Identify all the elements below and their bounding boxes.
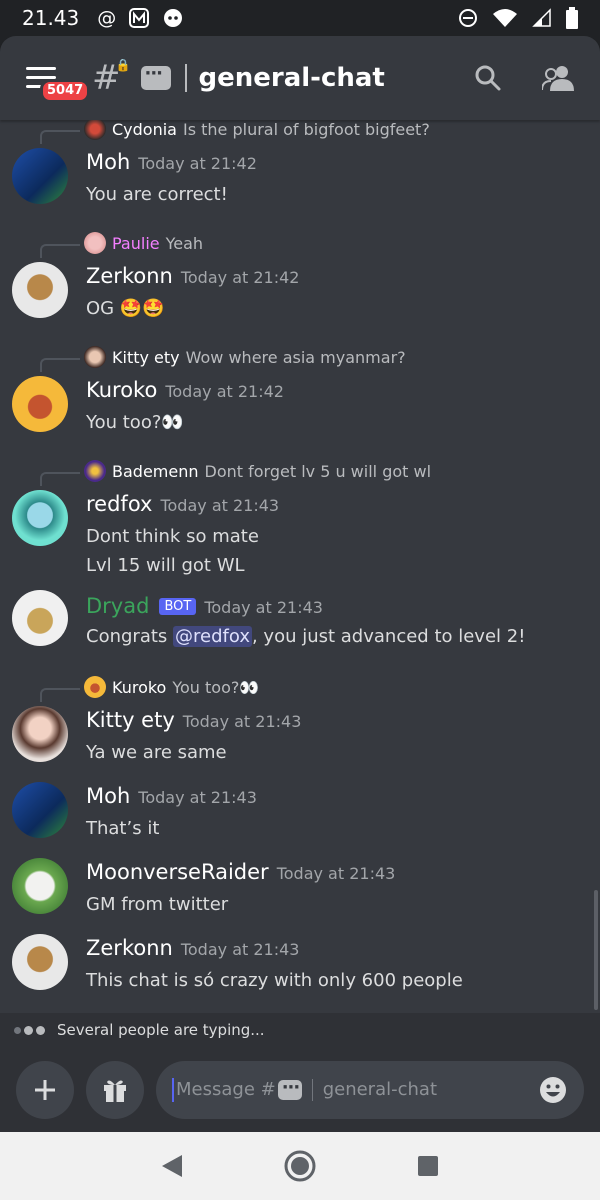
reply-reference[interactable]: Paulie Yeah [84,232,203,254]
message-text: GM from twitter [86,894,229,915]
reply-reference[interactable]: Kuroko You too?👀 [84,676,259,698]
avatar[interactable] [12,490,68,546]
status-time: 21.43 [22,6,80,30]
timestamp: Today at 21:43 [138,788,257,807]
do-not-disturb-icon [459,9,477,27]
discord-notification-icon [164,9,183,27]
author-name[interactable]: Dryad [86,594,149,618]
author-name[interactable]: Moh [86,150,130,174]
channel-title[interactable]: general-chat [199,63,385,93]
reply-reference[interactable]: Cydonia Is the plural of bigfoot bigfeet… [84,120,430,140]
timestamp: Today at 21:42 [165,382,284,401]
battery-icon [566,7,578,29]
message-text: That’s it [86,818,160,839]
input-separator [311,1078,313,1101]
reply-avatar [84,232,106,254]
wifi-icon [493,9,517,27]
author-name[interactable]: redfox [86,492,152,516]
reply-reference[interactable]: Kitty ety Wow where asia myanmar? [84,346,406,368]
chat-bubble-icon [140,63,171,90]
members-icon[interactable] [542,64,574,92]
recents-icon[interactable] [416,1154,440,1178]
message-text: OG 🤩🤩 [86,298,165,319]
scrollbar[interactable] [594,890,598,1010]
timestamp: Today at 21:43 [180,940,300,959]
plus-icon [35,1079,55,1100]
home-icon[interactable] [283,1149,317,1183]
reply-author: Cydonia [112,120,177,139]
search-icon[interactable] [474,64,502,92]
reply-avatar [84,120,106,140]
channel-hash-lock-icon: # 🔒 [92,58,131,98]
typing-text: Several people are typing... [57,1021,265,1039]
avatar[interactable] [12,782,68,838]
message-text: You are correct! [86,184,228,205]
timestamp: Today at 21:42 [138,154,257,173]
back-icon[interactable] [160,1153,184,1179]
author-name[interactable]: Zerkonn [86,936,173,960]
message-text: You too?👀 [86,412,184,433]
author-name[interactable]: MoonverseRaider [86,860,269,884]
system-nav-bar [0,1132,600,1200]
reply-avatar [84,676,106,698]
avatar[interactable] [12,706,68,762]
typing-indicator: Several people are typing... [0,1013,600,1047]
avatar[interactable] [12,934,68,990]
reply-text: Wow where asia myanmar? [185,347,406,367]
unread-badge: 5047 [40,79,91,103]
message-input[interactable]: Message # general-chat [156,1060,584,1119]
reply-author: Bademenn [112,461,199,481]
reply-text: You too?👀 [172,677,260,697]
message-text: Ya we are same [86,742,227,763]
avatar[interactable] [12,376,68,432]
timestamp: Today at 21:43 [276,864,396,883]
message-text: Dont think so mate [86,526,259,547]
cell-signal-icon [532,8,551,27]
message-text: Congrats @redfox, you just advanced to l… [86,626,526,647]
reply-avatar [84,346,106,368]
timestamp: Today at 21:42 [180,268,300,287]
reply-avatar [84,460,106,482]
author-name[interactable]: Zerkonn [86,264,173,288]
avatar[interactable] [12,590,68,646]
app-m-icon [129,8,150,28]
reply-author: Paulie [112,233,160,253]
message-text: Lvl 15 will got WL [86,555,245,576]
typing-dots-icon [14,1025,45,1035]
timestamp: Today at 21:43 [160,496,280,515]
input-placeholder-channel: general-chat [322,1079,438,1100]
reply-text: Is the plural of bigfoot bigfeet? [182,120,430,139]
author-name[interactable]: Kitty ety [86,708,175,732]
header-divider [184,64,187,92]
bot-tag: BOT [159,598,197,615]
menu-button[interactable]: 5047 [26,67,91,103]
user-mention[interactable]: @redfox [173,626,252,647]
message-composer: Message # general-chat [0,1047,600,1132]
emoji-icon[interactable] [538,1075,568,1105]
avatar[interactable] [12,262,68,318]
reply-text: Dont forget lv 5 u will got wl [204,461,432,481]
chat-bubble-icon [277,1077,302,1100]
reply-reference[interactable]: Bademenn Dont forget lv 5 u will got wl [84,460,431,482]
author-name[interactable]: Moh [86,784,130,808]
avatar[interactable] [12,858,68,914]
app-header: 5047 #🔒 general-chat [0,36,600,120]
at-sign-icon: @ [97,7,117,29]
add-attachment-button[interactable] [16,1060,74,1119]
reply-author: Kuroko [112,677,167,697]
timestamp: Today at 21:43 [182,712,302,731]
message-text: This chat is só crazy with only 600 peop… [86,970,463,991]
avatar[interactable] [12,148,68,204]
hamburger-icon [26,67,56,70]
gift-button[interactable] [86,1060,144,1119]
timestamp: Today at 21:43 [204,598,323,617]
text-caret [172,1077,174,1102]
reply-author: Kitty ety [112,347,180,367]
gift-icon [104,1080,126,1102]
reply-text: Yeah [165,233,204,253]
status-bar: 21.43 @ [0,0,600,36]
input-placeholder-prefix: Message # [176,1079,276,1100]
author-name[interactable]: Kuroko [86,378,157,402]
message-list[interactable]: Cydonia Is the plural of bigfoot bigfeet… [0,120,600,1013]
